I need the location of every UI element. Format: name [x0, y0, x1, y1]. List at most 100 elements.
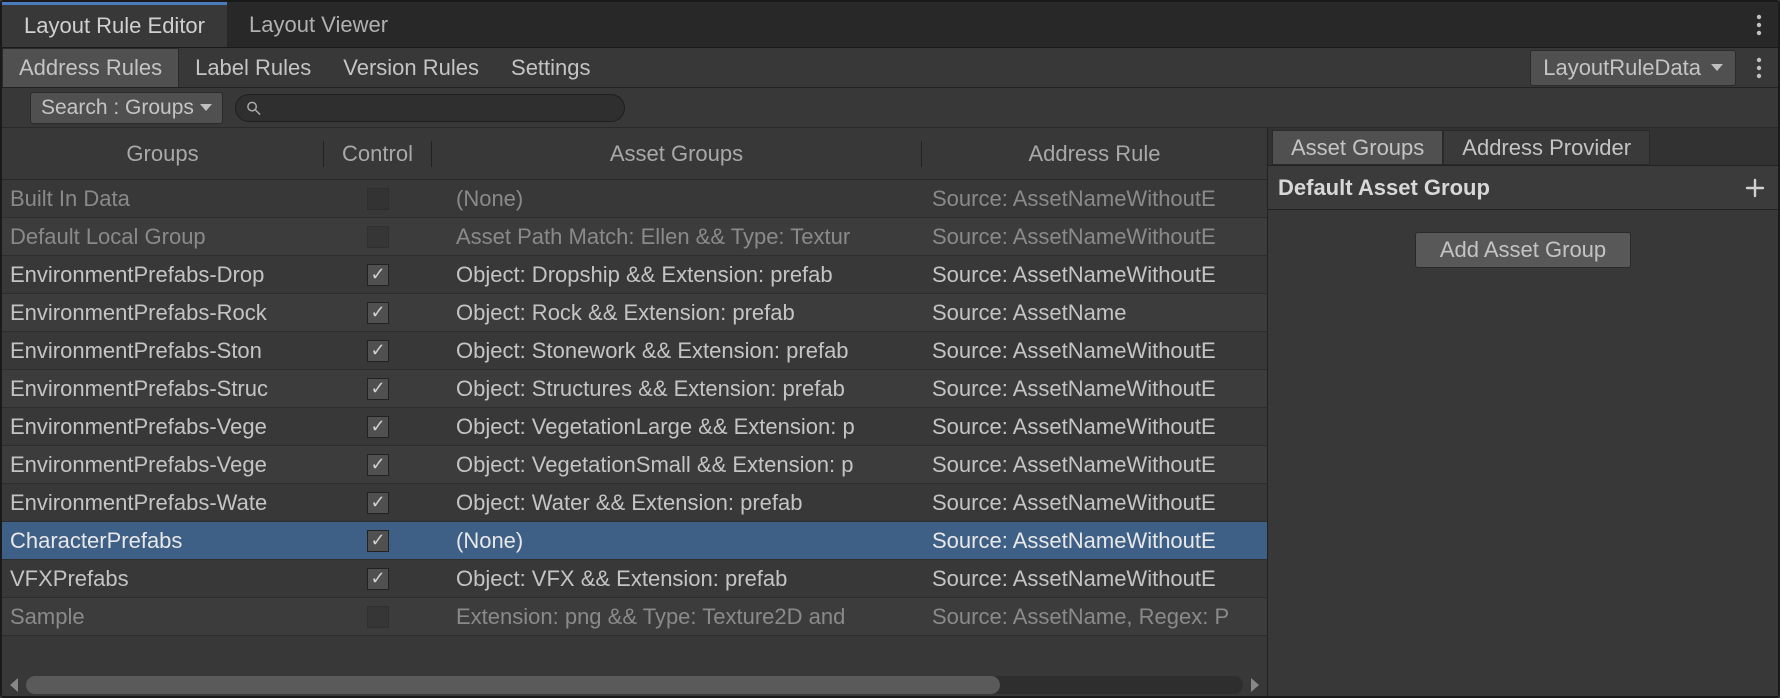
subtab-label-rules[interactable]: Label Rules [179, 48, 327, 87]
cell-address-rule: Source: AssetNameWithoutE [922, 566, 1267, 592]
cell-group: EnvironmentPrefabs-Vege [2, 414, 324, 440]
kebab-icon[interactable] [1740, 48, 1778, 87]
cell-asset-groups: Object: Water && Extension: prefab [432, 490, 922, 516]
cell-control: ✓ [324, 340, 432, 362]
scroll-thumb[interactable] [26, 676, 1000, 694]
col-asset-groups[interactable]: Asset Groups [432, 141, 922, 167]
inspector-body: Add Asset Group [1268, 210, 1778, 290]
cell-group: EnvironmentPrefabs-Wate [2, 490, 324, 516]
main-area: Groups Control Asset Groups Address Rule… [2, 128, 1778, 696]
chevron-down-icon [1711, 64, 1723, 71]
cell-control: ✓ [324, 492, 432, 514]
subtab-settings[interactable]: Settings [495, 48, 607, 87]
table-row[interactable]: EnvironmentPrefabs-Ston✓Object: Stonewor… [2, 332, 1267, 370]
control-checkbox[interactable]: ✓ [367, 302, 389, 324]
cell-address-rule: Source: AssetNameWithoutE [922, 414, 1267, 440]
table-row[interactable]: Default Local GroupAsset Path Match: Ell… [2, 218, 1267, 256]
cell-group: EnvironmentPrefabs-Struc [2, 376, 324, 402]
table-row[interactable]: EnvironmentPrefabs-Wate ✓ Object: Water &&… [2, 484, 1267, 522]
cell-address-rule: Source: AssetNameWithoutE [922, 452, 1267, 478]
subtab-address-rules[interactable]: Address Rules [2, 48, 179, 87]
inspector-title: Default Asset Group [1278, 175, 1490, 201]
cell-asset-groups: Object: VegetationLarge && Extension: p [432, 414, 922, 440]
scroll-left-icon[interactable] [10, 678, 18, 692]
cell-group: EnvironmentPrefabs-Vege [2, 452, 324, 478]
scroll-track[interactable] [26, 676, 1243, 694]
cell-address-rule: Source: AssetNameWithoutE [922, 224, 1267, 250]
cell-group: Built In Data [2, 186, 324, 212]
inspector-panel: Asset Groups Address Provider Default As… [1268, 128, 1778, 696]
control-checkbox[interactable]: ✓ [367, 416, 389, 438]
table-row[interactable]: VFXPrefabs✓Object: VFX && Extension: pre… [2, 560, 1267, 598]
horizontal-scrollbar[interactable] [2, 674, 1267, 696]
cell-control: ✓ [324, 530, 432, 552]
subtab-version-rules[interactable]: Version Rules [327, 48, 495, 87]
kebab-icon[interactable] [1740, 2, 1778, 47]
table-header: Groups Control Asset Groups Address Rule [2, 128, 1267, 180]
col-address-rule[interactable]: Address Rule [922, 141, 1267, 167]
cell-group: EnvironmentPrefabs-Rock [2, 300, 324, 326]
inspector-tabs: Asset Groups Address Provider [1268, 128, 1778, 166]
control-checkbox[interactable]: ✓ [367, 492, 389, 514]
cell-asset-groups: Object: Structures && Extension: prefab [432, 376, 922, 402]
col-groups[interactable]: Groups [2, 141, 324, 167]
cell-control [324, 188, 432, 210]
cell-asset-groups: Object: VegetationSmall && Extension: p [432, 452, 922, 478]
add-asset-group-button[interactable]: Add Asset Group [1415, 232, 1631, 268]
search-scope-label: Search : Groups [41, 96, 194, 120]
search-box[interactable] [235, 94, 625, 122]
layout-rule-data-label: LayoutRuleData [1543, 55, 1701, 81]
cell-asset-groups: Object: Stonework && Extension: prefab [432, 338, 922, 364]
search-scope-dropdown[interactable]: Search : Groups [30, 92, 223, 124]
cell-address-rule: Source: AssetNameWithoutE [922, 338, 1267, 364]
cell-address-rule: Source: AssetNameWithoutE [922, 490, 1267, 516]
control-checkbox[interactable] [367, 606, 389, 628]
table-row[interactable]: EnvironmentPrefabs-Vege ✓ Object: Vegetati… [2, 408, 1267, 446]
control-checkbox[interactable]: ✓ [367, 568, 389, 590]
table-row[interactable]: Sample Extension: png && Type: Texture2D … [2, 598, 1267, 636]
inspector-header: Default Asset Group [1268, 166, 1778, 210]
cell-control [324, 606, 432, 628]
cell-group: Sample [2, 604, 324, 630]
col-control[interactable]: Control [324, 141, 432, 167]
table-row[interactable]: EnvironmentPrefabs-Rock ✓ Object: Rock && … [2, 294, 1267, 332]
cell-control: ✓ [324, 302, 432, 324]
cell-asset-groups: (None) [432, 528, 922, 554]
scroll-right-icon[interactable] [1251, 678, 1259, 692]
cell-address-rule: Source: AssetNameWithoutE [922, 528, 1267, 554]
table-row[interactable]: EnvironmentPrefabs-Vege ✓ Object: Vegetati… [2, 446, 1267, 484]
layout-rule-data-dropdown[interactable]: LayoutRuleData [1530, 50, 1736, 86]
control-checkbox[interactable] [367, 226, 389, 248]
cell-asset-groups: (None) [432, 186, 922, 212]
tab-layout-viewer[interactable]: Layout Viewer [227, 2, 410, 47]
plus-icon[interactable] [1744, 177, 1766, 199]
control-checkbox[interactable]: ✓ [367, 340, 389, 362]
cell-group: CharacterPrefabs [2, 528, 324, 554]
search-input[interactable] [269, 97, 614, 118]
control-checkbox[interactable] [367, 188, 389, 210]
cell-address-rule: Source: AssetNameWithoutE [922, 376, 1267, 402]
cell-asset-groups: Extension: png && Type: Texture2D and [432, 604, 922, 630]
chevron-down-icon [200, 104, 212, 111]
cell-address-rule: Source: AssetNameWithoutE [922, 262, 1267, 288]
rules-table: Groups Control Asset Groups Address Rule… [2, 128, 1268, 696]
table-row[interactable]: EnvironmentPrefabs-Drop✓Object: Dropship… [2, 256, 1267, 294]
editor-tabs: Layout Rule Editor Layout Viewer [2, 2, 1778, 48]
table-row[interactable]: Built In Data(None)Source: AssetNameWith… [2, 180, 1267, 218]
cell-asset-groups: Object: Rock && Extension: prefab [432, 300, 922, 326]
tab-address-provider[interactable]: Address Provider [1443, 130, 1650, 165]
tab-asset-groups[interactable]: Asset Groups [1272, 130, 1443, 165]
search-icon [246, 100, 261, 116]
sub-tab-bar: Address Rules Label Rules Version Rules … [2, 48, 1778, 88]
cell-control: ✓ [324, 454, 432, 476]
control-checkbox[interactable]: ✓ [367, 530, 389, 552]
table-body: Built In Data(None)Source: AssetNameWith… [2, 180, 1267, 674]
table-row[interactable]: EnvironmentPrefabs-Struc ✓ Object: Structu… [2, 370, 1267, 408]
table-row[interactable]: CharacterPrefabs ✓ (None)Source: AssetName… [2, 522, 1267, 560]
control-checkbox[interactable]: ✓ [367, 378, 389, 400]
cell-group: VFXPrefabs [2, 566, 324, 592]
tab-layout-rule-editor[interactable]: Layout Rule Editor [2, 2, 227, 47]
control-checkbox[interactable]: ✓ [367, 264, 389, 286]
control-checkbox[interactable]: ✓ [367, 454, 389, 476]
cell-address-rule: Source: AssetName [922, 300, 1267, 326]
